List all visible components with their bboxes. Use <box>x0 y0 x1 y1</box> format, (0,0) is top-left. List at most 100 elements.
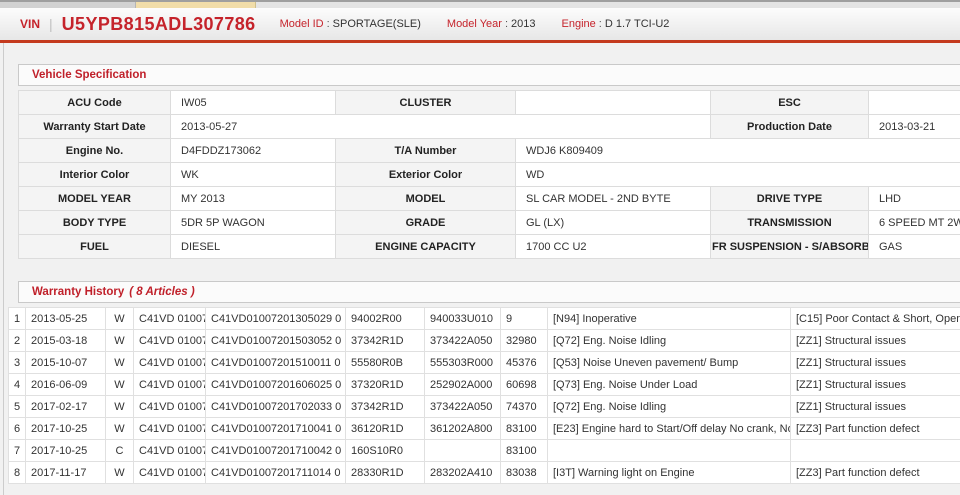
section-header-vehicle-specification: Vehicle Specification <box>18 64 960 86</box>
spec-label: Production Date <box>711 115 869 139</box>
warranty-cell-nature-description: [E23] Engine hard to Start/Off delay No … <box>548 418 791 440</box>
warranty-cell-nature-description: [Q72] Eng. Noise Idling <box>548 330 791 352</box>
field-model-year: Model Year:2013 <box>447 18 536 30</box>
spec-label: Engine No. <box>19 139 171 163</box>
spec-label: FR SUSPENSION - S/ABSORBER <box>711 235 869 259</box>
warranty-cell-nature-description: [Q53] Noise Uneven pavement/ Bump <box>548 352 791 374</box>
warranty-cell-claim-type: W <box>106 418 134 440</box>
warranty-cell-claim-type: C <box>106 440 134 462</box>
warranty-cell-part-number: 940033U010 <box>425 308 501 330</box>
warranty-cell-cause-description: [ZZ1] Structural issues <box>791 396 960 418</box>
warranty-cell-claim-date: 2015-03-18 <box>26 330 106 352</box>
spec-value: IW05 <box>171 91 336 115</box>
warranty-cell-row-number: 7 <box>9 440 26 462</box>
vehicle-spec-table: ACU CodeIW05CLUSTERESCWarranty Start Dat… <box>18 90 960 259</box>
warranty-cell-claim-date: 2016-06-09 <box>26 374 106 396</box>
warranty-cell-claim-type: W <box>106 374 134 396</box>
field-model-id: Model ID:SPORTAGE(SLE) <box>280 18 421 30</box>
spec-label: Warranty Start Date <box>19 115 171 139</box>
vehicle-spec-table-body: ACU CodeIW05CLUSTERESCWarranty Start Dat… <box>19 91 960 259</box>
warranty-cell-claim-number: C41VD01007201503052 0 <box>206 330 346 352</box>
spec-value: 6 SPEED MT 2WD <box>869 211 960 235</box>
warranty-cell-cause-description: [ZZ3] Part function defect <box>791 462 960 484</box>
warranty-cell-claim-number: C41VD01007201702033 0 <box>206 396 346 418</box>
spec-value: GAS <box>869 235 960 259</box>
spec-value: WDJ6 K809409 <box>516 139 960 163</box>
warranty-cell-row-number: 4 <box>9 374 26 396</box>
spec-row: Interior ColorWKExterior ColorWD <box>19 163 960 187</box>
warranty-cell-dealer-code: C41VD 01007 <box>134 462 206 484</box>
warranty-cell-op-code: 160S10R0 <box>346 440 425 462</box>
warranty-history-table: 12013-05-25WC41VD 01007C41VD010072013050… <box>8 307 960 484</box>
warranty-cell-cause-description <box>791 440 960 462</box>
spec-label: FUEL <box>19 235 171 259</box>
warranty-cell-row-number: 6 <box>9 418 26 440</box>
warranty-cell-row-number: 8 <box>9 462 26 484</box>
warranty-cell-claim-number: C41VD01007201710041 0 <box>206 418 346 440</box>
spec-row: BODY TYPE5DR 5P WAGONGRADEGL (LX)TRANSMI… <box>19 211 960 235</box>
warranty-row[interactable]: 62017-10-25WC41VD 01007C41VD010072017100… <box>9 418 960 440</box>
warranty-cell-nature-description: [N94] Inoperative <box>548 308 791 330</box>
spec-value: DIESEL <box>171 235 336 259</box>
warranty-cell-claim-number: C41VD01007201305029 0 <box>206 308 346 330</box>
warranty-row[interactable]: 32015-10-07WC41VD 01007C41VD010072015100… <box>9 352 960 374</box>
warranty-row[interactable]: 12013-05-25WC41VD 01007C41VD010072013050… <box>9 308 960 330</box>
vehicle-specification-title: Vehicle Specification <box>32 69 146 81</box>
warranty-cell-op-code: 37342R1D <box>346 396 425 418</box>
warranty-cell-claim-type: W <box>106 352 134 374</box>
warranty-cell-cause-description: [ZZ1] Structural issues <box>791 330 960 352</box>
spec-label: ESC <box>711 91 869 115</box>
spec-label: CLUSTER <box>336 91 516 115</box>
warranty-cell-mileage: 83100 <box>501 440 548 462</box>
warranty-cell-mileage: 60698 <box>501 374 548 396</box>
spec-value: WD <box>516 163 960 187</box>
warranty-cell-claim-type: W <box>106 330 134 352</box>
warranty-cell-dealer-code: C41VD 01007 <box>134 308 206 330</box>
warranty-cell-nature-description: [Q73] Eng. Noise Under Load <box>548 374 791 396</box>
warranty-cell-op-code: 55580R0B <box>346 352 425 374</box>
warranty-cell-claim-number: C41VD01007201711014 0 <box>206 462 346 484</box>
warranty-cell-mileage: 74370 <box>501 396 548 418</box>
warranty-row[interactable]: 22015-03-18WC41VD 01007C41VD010072015030… <box>9 330 960 352</box>
spec-label: Exterior Color <box>336 163 516 187</box>
spec-row: ACU CodeIW05CLUSTERESC <box>19 91 960 115</box>
engine-separator: : <box>599 18 602 30</box>
spec-value: GL (LX) <box>516 211 711 235</box>
content-area: Vehicle Specification ACU CodeIW05CLUSTE… <box>0 43 960 495</box>
warranty-row[interactable]: 42016-06-09WC41VD 01007C41VD010072016060… <box>9 374 960 396</box>
vin-value: U5YPB815ADL307786 <box>62 14 256 35</box>
vin-label: VIN <box>20 17 40 31</box>
spec-label: MODEL <box>336 187 516 211</box>
warranty-cell-mileage: 83038 <box>501 462 548 484</box>
warranty-cell-cause-description: [ZZ3] Part function defect <box>791 418 960 440</box>
spec-label: GRADE <box>336 211 516 235</box>
warranty-cell-claim-date: 2015-10-07 <box>26 352 106 374</box>
warranty-cell-cause-description: [C15] Poor Contact & Short, Open Cir <box>791 308 960 330</box>
warranty-row[interactable]: 82017-11-17WC41VD 01007C41VD010072017110… <box>9 462 960 484</box>
warranty-cell-claim-type: W <box>106 462 134 484</box>
model-year-separator: : <box>505 18 508 30</box>
spec-value: 1700 CC U2 <box>516 235 711 259</box>
warranty-row[interactable]: 52017-02-17WC41VD 01007C41VD010072017020… <box>9 396 960 418</box>
spec-label: BODY TYPE <box>19 211 171 235</box>
warranty-cell-cause-description: [ZZ1] Structural issues <box>791 352 960 374</box>
warranty-cell-part-number: 555303R000 <box>425 352 501 374</box>
spec-value: SL CAR MODEL - 2ND BYTE <box>516 187 711 211</box>
warranty-cell-mileage: 83100 <box>501 418 548 440</box>
warranty-cell-dealer-code: C41VD 01007 <box>134 418 206 440</box>
warranty-row[interactable]: 72017-10-25CC41VD 01007C41VD010072017100… <box>9 440 960 462</box>
header-divider: | <box>49 16 53 32</box>
app-window: { "colors": { "accent_red": "#c5232b", "… <box>0 0 960 495</box>
spec-row: MODEL YEARMY 2013MODELSL CAR MODEL - 2ND… <box>19 187 960 211</box>
model-id-value: SPORTAGE(SLE) <box>333 18 421 30</box>
section-header-warranty-history: Warranty History ( 8 Articles ) <box>18 281 960 303</box>
warranty-history-title: Warranty History <box>32 286 124 298</box>
warranty-cell-op-code: 28330R1D <box>346 462 425 484</box>
warranty-cell-op-code: 94002R00 <box>346 308 425 330</box>
engine-label: Engine <box>562 18 596 30</box>
warranty-history-table-body: 12013-05-25WC41VD 01007C41VD010072013050… <box>9 308 960 484</box>
spec-value: D4FDDZ173062 <box>171 139 336 163</box>
model-year-label: Model Year <box>447 18 502 30</box>
spec-value: 2013-03-21 <box>869 115 960 139</box>
spec-row: FUELDIESELENGINE CAPACITY1700 CC U2FR SU… <box>19 235 960 259</box>
